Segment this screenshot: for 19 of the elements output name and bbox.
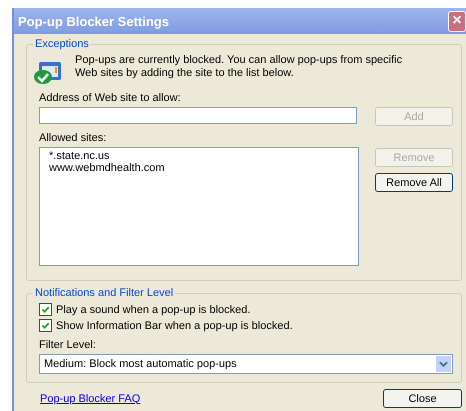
- address-label: Address of Web site to allow:: [39, 92, 182, 104]
- close-dialog-button[interactable]: Close: [383, 389, 462, 408]
- group-legend: Exceptions: [33, 38, 91, 50]
- checkbox[interactable]: [39, 303, 52, 316]
- info-message: Pop-ups are currently blocked. You can allow pop-ups from specific Web sites by adding the site to the list below.: [75, 54, 404, 80]
- checkbox-label: Show Information Bar when a pop-up is blocked.: [56, 320, 293, 332]
- window-title: Pop-up Blocker Settings: [17, 14, 169, 28]
- checkbox[interactable]: [39, 319, 52, 332]
- group-legend: Notifications and Filter Level: [33, 287, 176, 299]
- filter-level-label: Filter Level:: [39, 339, 97, 351]
- chevron-down-icon: [436, 356, 451, 372]
- address-input-field[interactable]: [39, 107, 357, 124]
- checkbox-label: Play a sound when a pop-up is blocked.: [56, 304, 250, 316]
- filter-level-dropdown[interactable]: Medium: Block most automatic pop-ups: [39, 354, 453, 374]
- site-list-item[interactable]: *.state.nc.us: [49, 150, 358, 162]
- allowed-sites-label: Allowed sites:: [39, 132, 108, 144]
- site-list-item[interactable]: www.webmdhealth.com: [49, 162, 358, 174]
- faq-link[interactable]: Pop-up Blocker FAQ: [40, 392, 140, 404]
- remove-all-button[interactable]: Remove All: [375, 173, 453, 192]
